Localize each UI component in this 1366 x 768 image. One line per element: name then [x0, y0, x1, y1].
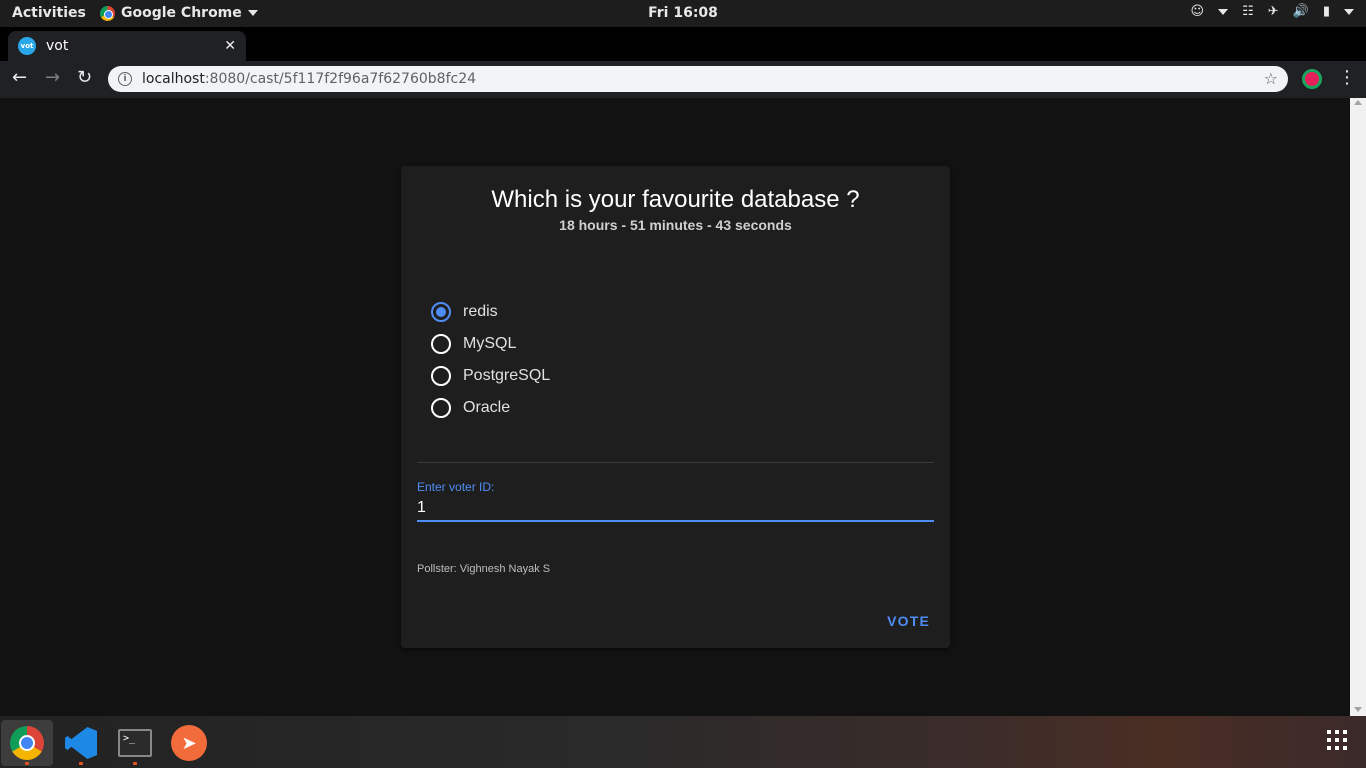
- browser-toolbar: ← → ↻ i localhost :8080/cast/5f117f2f96a…: [0, 61, 1366, 98]
- poll-question: Which is your favourite database ?: [491, 186, 860, 213]
- chrome-icon: [10, 726, 44, 760]
- radio-button[interactable]: [431, 302, 451, 322]
- system-tray[interactable]: ☺ ☷ ✈ 🔊 ▮: [1191, 4, 1354, 19]
- back-icon[interactable]: ←: [12, 68, 27, 88]
- dock-postman[interactable]: ➤: [163, 720, 215, 766]
- voter-id-input[interactable]: [417, 496, 934, 522]
- option-oracle[interactable]: Oracle: [431, 392, 550, 424]
- chevron-down-icon[interactable]: [1344, 8, 1354, 15]
- divider: [417, 462, 934, 463]
- poll-card: Which is your favourite database ? 18 ho…: [401, 166, 950, 648]
- radio-button[interactable]: [431, 398, 451, 418]
- scrollbar[interactable]: [1350, 98, 1366, 716]
- page-viewport: Which is your favourite database ? 18 ho…: [0, 98, 1350, 716]
- option-mysql[interactable]: MySQL: [431, 328, 550, 360]
- chrome-icon: [100, 5, 115, 21]
- system-top-bar: Activities Google Chrome Fri 16:08 ☺ ☷ ✈…: [0, 0, 1366, 27]
- address-bar[interactable]: i localhost :8080/cast/5f117f2f96a7f6276…: [108, 66, 1288, 92]
- dock: >_ ➤: [0, 716, 1366, 768]
- favicon-icon: vot: [18, 37, 36, 55]
- option-postgresql[interactable]: PostgreSQL: [431, 360, 550, 392]
- dock-vscode[interactable]: [55, 720, 107, 766]
- url-host: localhost: [142, 71, 205, 87]
- vote-button[interactable]: VOTE: [887, 613, 930, 629]
- option-redis[interactable]: redis: [431, 296, 550, 328]
- radio-button[interactable]: [431, 334, 451, 354]
- terminal-icon: >_: [118, 729, 152, 757]
- show-applications-icon[interactable]: [1327, 730, 1347, 750]
- vscode-icon: [65, 727, 97, 759]
- airplane-mode-icon[interactable]: ✈: [1268, 4, 1279, 19]
- tab-strip: vot vot ✕ + — ⧉ ✕: [0, 27, 1366, 81]
- running-indicator: [79, 762, 83, 765]
- browser-tab[interactable]: vot vot ✕: [8, 31, 246, 61]
- radio-button[interactable]: [431, 366, 451, 386]
- scroll-down-icon[interactable]: [1354, 707, 1362, 712]
- bookmark-star-icon[interactable]: ☆: [1264, 69, 1278, 88]
- option-label: MySQL: [463, 335, 517, 352]
- voter-id-label: Enter voter ID:: [417, 480, 495, 494]
- pollster-text: Pollster: Vighnesh Nayak S: [417, 563, 551, 575]
- app-menu-label: Google Chrome: [121, 5, 242, 21]
- volume-icon[interactable]: 🔊: [1293, 4, 1309, 19]
- postman-icon: ➤: [171, 725, 207, 761]
- close-tab-icon[interactable]: ✕: [224, 38, 236, 54]
- running-indicator: [25, 762, 29, 765]
- option-label: redis: [463, 303, 498, 320]
- activities-button[interactable]: Activities: [12, 5, 86, 21]
- dock-chrome[interactable]: [1, 720, 53, 766]
- more-menu-icon[interactable]: ⋮: [1338, 67, 1356, 88]
- dock-terminal[interactable]: >_: [109, 720, 161, 766]
- tab-title: vot: [46, 38, 69, 54]
- chevron-down-icon: [247, 10, 258, 16]
- option-label: Oracle: [463, 399, 511, 416]
- profile-avatar[interactable]: [1302, 69, 1322, 89]
- reload-icon[interactable]: ↻: [77, 68, 92, 88]
- accessibility-icon[interactable]: ☺: [1191, 4, 1205, 19]
- running-indicator: [133, 762, 137, 765]
- url-path: :8080/cast/5f117f2f96a7f62760b8fc24: [204, 71, 477, 87]
- voter-id-field: Enter voter ID:: [417, 480, 934, 522]
- poll-options: redis MySQL PostgreSQL Oracle: [431, 296, 550, 424]
- network-icon[interactable]: ☷: [1242, 4, 1254, 19]
- clock[interactable]: Fri 16:08: [648, 5, 718, 21]
- forward-icon[interactable]: →: [45, 68, 60, 88]
- battery-icon[interactable]: ▮: [1323, 4, 1330, 19]
- chevron-down-icon[interactable]: [1218, 8, 1229, 15]
- site-info-icon[interactable]: i: [118, 72, 132, 86]
- option-label: PostgreSQL: [463, 367, 551, 384]
- app-menu[interactable]: Google Chrome: [100, 5, 258, 21]
- poll-timer: 18 hours - 51 minutes - 43 seconds: [559, 217, 792, 233]
- scroll-up-icon[interactable]: [1354, 100, 1362, 105]
